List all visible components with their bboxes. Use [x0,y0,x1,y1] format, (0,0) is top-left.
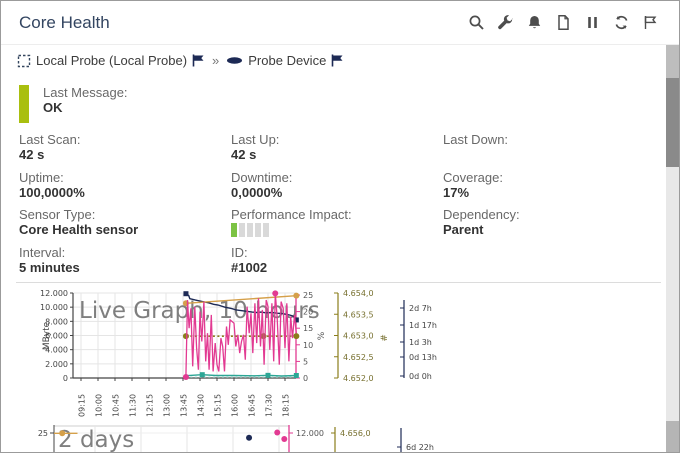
field-last-scan: Last Scan: 42 s [19,132,231,170]
field-sensor-type: Sensor Type: Core Health sensor [19,207,231,245]
svg-text:10:45: 10:45 [112,394,121,417]
svg-text:12.000: 12.000 [40,289,68,298]
bell-icon[interactable] [526,14,543,31]
breadcrumb-separator: » [212,53,219,68]
scrollbar-bottom-segment[interactable] [666,421,679,452]
svg-text:10: 10 [303,341,313,350]
header: Core Health [1,1,679,45]
svg-text:4.652,5: 4.652,5 [343,353,374,362]
svg-text:25: 25 [303,291,313,300]
performance-impact-bars [231,223,443,237]
flag-icon[interactable] [192,54,205,67]
svg-text:2 days: 2 days [58,427,134,452]
status-value: OK [43,100,128,115]
page-title: Core Health [19,13,110,33]
svg-text:13:45: 13:45 [180,394,189,417]
field-performance-impact: Performance Impact: [231,207,443,245]
device-icon [226,55,243,66]
status-block: Last Message: OK [19,85,128,123]
svg-text:2.000: 2.000 [45,360,68,369]
flag-icon[interactable] [331,54,344,67]
svg-text:20: 20 [303,308,313,317]
field-coverage: Coverage: 17% [443,170,656,208]
field-downtime: Downtime: 0,0000% [231,170,443,208]
svg-text:10.000: 10.000 [40,303,68,312]
section-divider [16,282,661,283]
svg-text:%: % [317,331,327,340]
svg-text:12.000: 12.000 [296,429,324,438]
svg-text:18:15: 18:15 [282,394,291,417]
field-id: ID: #1002 [231,245,443,283]
refresh-icon[interactable] [613,14,630,31]
svg-text:13:00: 13:00 [163,394,172,417]
document-icon[interactable] [555,14,572,31]
info-grid: Last Scan: 42 s Last Up: 42 s Last Down:… [19,132,656,282]
scrollbar-top-segment[interactable] [666,45,679,78]
field-empty [443,245,656,283]
two-day-graph-chart[interactable]: 25 2 days 12.000 4.656,0 6d 22h [16,425,664,452]
svg-text:16:45: 16:45 [248,394,257,417]
svg-text:0d 13h: 0d 13h [409,353,437,362]
svg-text:25: 25 [38,429,48,438]
pause-icon[interactable] [584,14,601,31]
svg-text:4.656,0: 4.656,0 [340,429,371,438]
svg-text:2d 7h: 2d 7h [409,304,432,313]
content: Local Probe (Local Probe) » Probe Device… [1,45,666,452]
svg-text:4.654,0: 4.654,0 [343,289,374,298]
field-dependency: Dependency: Parent [443,207,656,245]
field-interval: Interval: 5 minutes [19,245,231,283]
svg-text:0d 0h: 0d 0h [409,372,432,381]
svg-text:6d 22h: 6d 22h [406,443,434,452]
svg-text:14:30: 14:30 [197,394,206,417]
svg-text:0: 0 [63,374,68,383]
svg-text:10:00: 10:00 [95,394,104,417]
core-health-window: Core Health [0,0,680,453]
breadcrumb: Local Probe (Local Probe) » Probe Device [17,53,344,68]
search-icon[interactable] [468,14,485,31]
svg-text:MByte: MByte [42,321,52,350]
header-toolbar [468,14,659,31]
svg-text:4.653,5: 4.653,5 [343,310,374,319]
svg-text:16:00: 16:00 [231,394,240,417]
svg-text:12:15: 12:15 [146,394,155,417]
scrollbar-thumb[interactable] [666,78,679,167]
svg-text:#: # [380,334,390,342]
breadcrumb-device-link[interactable]: Probe Device [248,53,326,68]
flag-icon[interactable] [642,14,659,31]
probe-icon [17,54,31,68]
svg-text:15:15: 15:15 [214,394,223,417]
svg-text:1d 3h: 1d 3h [409,338,432,347]
svg-text:1d 17h: 1d 17h [409,321,437,330]
status-color-bar [19,85,29,123]
status-label: Last Message: [43,85,128,100]
live-graph-chart[interactable]: Live Graph, 10 hours12.00010.0008.0006.0… [16,286,664,425]
breadcrumb-probe-link[interactable]: Local Probe (Local Probe) [36,53,187,68]
wrench-icon[interactable] [497,14,514,31]
svg-text:09:15: 09:15 [78,394,87,417]
field-last-up: Last Up: 42 s [231,132,443,170]
svg-text:4.652,0: 4.652,0 [343,374,374,383]
field-uptime: Uptime: 100,0000% [19,170,231,208]
svg-text:17:30: 17:30 [265,394,274,417]
svg-text:0: 0 [303,374,308,383]
svg-text:11:30: 11:30 [129,394,138,417]
svg-text:15: 15 [303,324,313,333]
svg-text:4.653,0: 4.653,0 [343,332,374,341]
svg-text:5: 5 [303,357,308,366]
vertical-scrollbar[interactable] [666,45,679,452]
field-last-down: Last Down: [443,132,656,170]
